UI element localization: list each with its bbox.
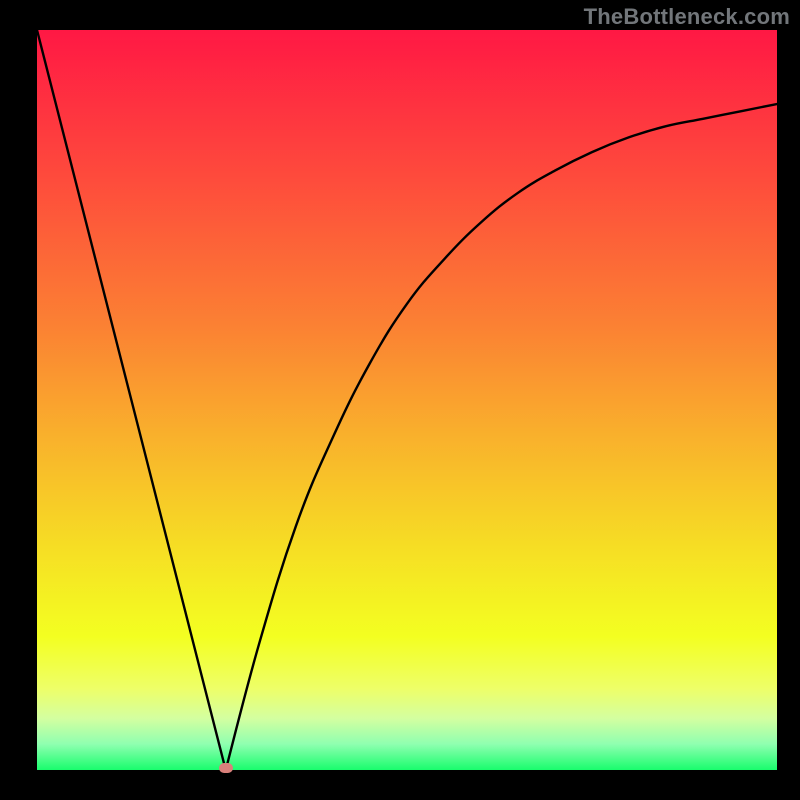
minimum-marker <box>219 763 233 773</box>
bottleneck-curve-svg <box>37 30 777 770</box>
watermark-text: TheBottleneck.com <box>584 4 790 30</box>
chart-frame: TheBottleneck.com <box>0 0 800 800</box>
plot-area <box>37 30 777 770</box>
bottleneck-curve <box>37 30 777 770</box>
